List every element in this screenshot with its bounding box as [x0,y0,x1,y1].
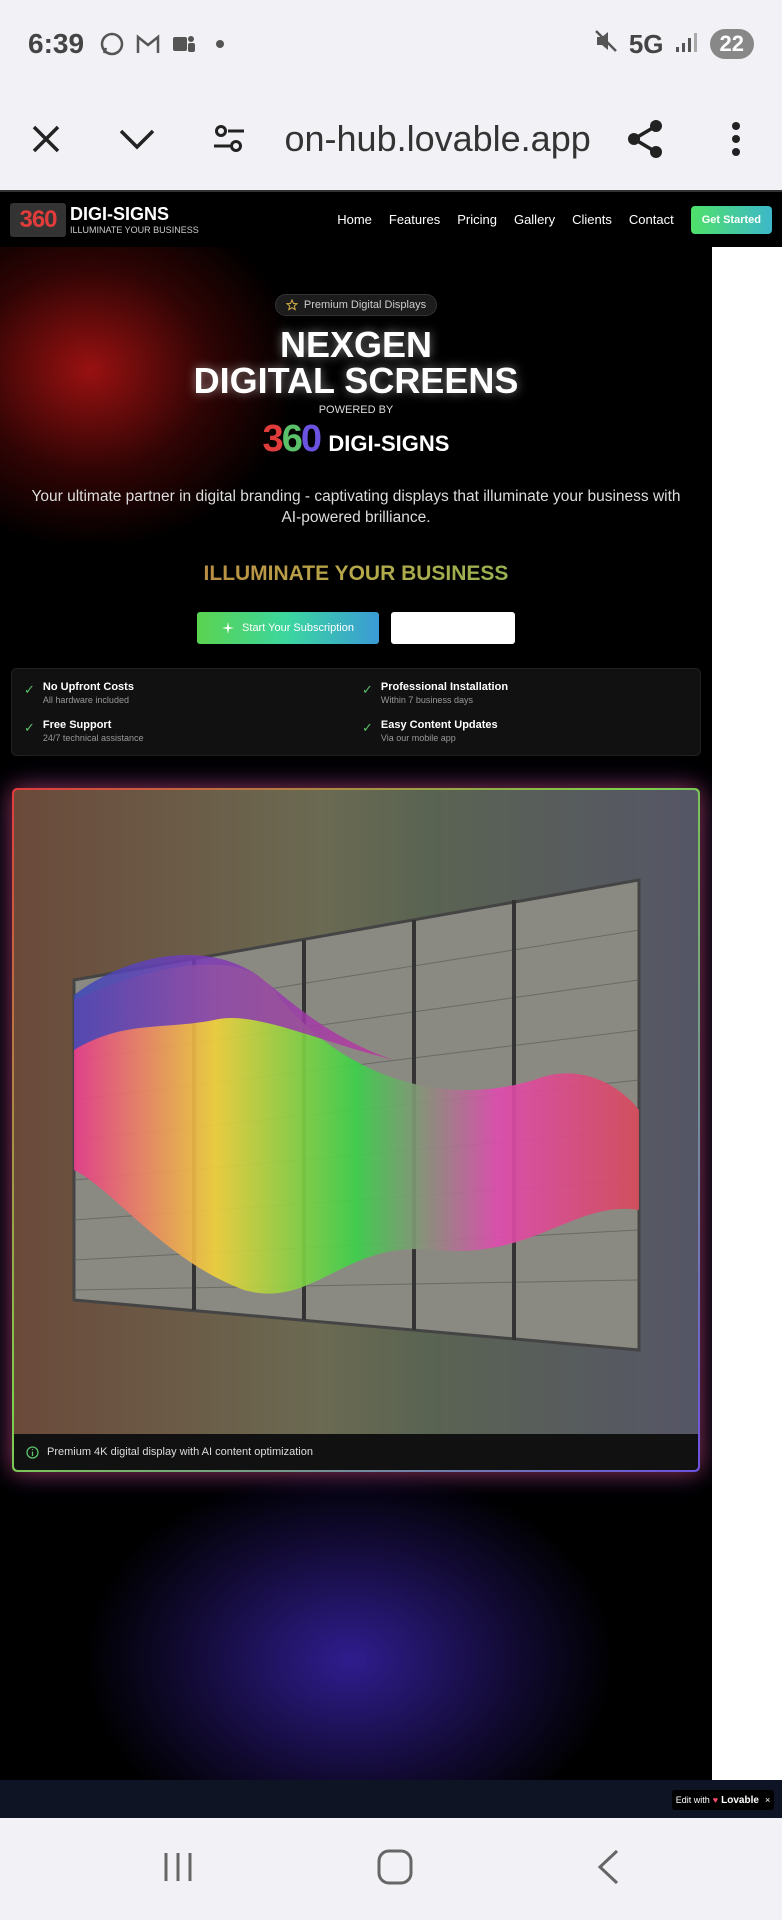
brand-digit-3: 3 [262,418,284,460]
sparkle-icon [222,622,235,634]
premium-pill: Premium Digital Displays [275,294,437,316]
feature-item: ✓ No Upfront Costs All hardware included [24,681,134,705]
site-settings-button[interactable] [183,88,275,190]
collapse-button[interactable] [92,88,184,190]
feature-item: ✓ Free Support 24/7 technical assistance [24,719,143,743]
lovable-prefix: Edit with [675,1795,710,1805]
browser-toolbar: on-hub.lovable.app [0,88,782,190]
display-showcase: Premium 4K digital display with AI conte… [12,788,700,1472]
more-vert-icon [732,122,741,156]
dot-icon [206,30,234,58]
star-icon [285,299,298,311]
lovable-brand: Lovable [721,1794,759,1806]
feature-item: ✓ Easy Content Updates Via our mobile app [362,719,498,743]
feature-sub: Via our mobile app [380,733,456,743]
share-icon [627,120,662,158]
close-badge-icon[interactable]: × [765,1795,770,1805]
start-subscription-button[interactable]: Start Your Subscription [197,612,379,644]
teams-icon [170,30,198,58]
features-panel: ✓ No Upfront Costs All hardware included ✓… [11,668,701,756]
secondary-button[interactable] [391,612,515,644]
feature-title: No Upfront Costs [42,681,134,693]
feature-sub: 24/7 technical assistance [42,733,144,743]
check-icon: ✓ [362,720,373,735]
logo-mark[interactable]: 360 [10,202,66,237]
brand-logo: 360 DIGI-SIGNS [0,418,712,461]
nav-link-pricing[interactable]: Pricing [457,212,497,227]
status-right: 5G 22 [593,28,754,61]
nav-link-gallery[interactable]: Gallery [514,212,555,227]
feature-sub: Within 7 business days [380,695,473,705]
edit-with-lovable-badge[interactable]: Edit with ♥ Lovable × [672,1790,774,1810]
subscription-label: Start Your Subscription [242,622,354,634]
more-menu-button[interactable] [691,88,782,190]
logo-title: DIGI-SIGNS [70,204,170,224]
logo-subtitle: ILLUMINATE YOUR BUSINESS [70,225,199,235]
feature-item: ✓ Professional Installation Within 7 busin… [362,681,508,705]
check-icon: ✓ [24,682,35,697]
recent-apps-button[interactable] [161,1850,195,1889]
recents-icon [164,1852,192,1881]
share-button[interactable] [599,88,691,190]
home-icon [377,1849,413,1884]
display-image: Premium 4K digital display with AI conte… [14,790,698,1470]
logo-text: DIGI-SIGNS ILLUMINATE YOUR BUSINESS [70,204,199,235]
nav-link-features[interactable]: Features [389,212,440,227]
nav-link-clients[interactable]: Clients [572,212,612,227]
tune-icon [213,125,244,152]
feature-title: Free Support [42,719,112,731]
back-button[interactable] [595,1848,621,1891]
hero-title-line2: DIGITAL SCREENS [193,360,519,401]
notification-icons [98,30,234,58]
site-content: Premium Digital Displays NEXGEN DIGITAL … [0,190,712,1818]
illuminate-heading: ILLUMINATE YOUR BUSINESS [0,562,712,586]
battery-badge: 22 [709,29,754,59]
home-button[interactable] [376,1848,414,1891]
site-navbar: 360 DIGI-SIGNS ILLUMINATE YOUR BUSINESS … [0,190,782,247]
network-type: 5G [628,28,664,59]
feature-title: Easy Content Updates [380,719,498,731]
logo-mark-text: 360 [19,205,57,233]
whatsapp-icon [98,30,126,58]
powered-by: POWERED BY [318,404,394,416]
display-caption: Premium 4K digital display with AI conte… [14,1434,698,1470]
led-screen-illustration [72,878,641,1352]
back-icon [598,1849,619,1884]
nav-link-contact[interactable]: Contact [629,212,674,227]
chevron-down-icon [120,129,155,150]
blue-glow [90,1470,610,1818]
get-started-button[interactable]: Get Started [690,205,772,234]
hero-tagline: Your ultimate partner in digital brandin… [31,488,681,526]
check-icon: ✓ [24,720,35,735]
android-nav-bar [0,1818,782,1920]
heart-icon: ♥ [712,1795,719,1805]
nav-link-home[interactable]: Home [337,212,372,227]
info-icon [26,1445,39,1459]
feature-sub: All hardware included [42,695,129,705]
gmail-icon [134,30,162,58]
brand-word: DIGI-SIGNS [328,431,450,456]
feature-title: Professional Installation [380,681,509,693]
brand-digit-6: 6 [281,418,303,460]
close-tab-button[interactable] [0,88,92,190]
pill-text: Premium Digital Displays [303,299,427,311]
web-page: Premium Digital Displays NEXGEN DIGITAL … [0,190,782,1818]
check-icon: ✓ [362,682,373,697]
url-field[interactable]: on-hub.lovable.app [285,118,600,160]
signal-icon [674,29,700,60]
mute-icon [593,28,619,61]
caption-text: Premium 4K digital display with AI conte… [47,1446,313,1458]
status-time: 6:39 [28,28,85,59]
status-bar: 6:39 5G 22 [0,0,782,88]
page-footer-bar [0,1780,782,1818]
nav-links: Home Features Pricing Gallery Clients Co… [337,205,772,234]
brand-digit-0: 0 [300,418,322,460]
close-icon [32,125,59,153]
